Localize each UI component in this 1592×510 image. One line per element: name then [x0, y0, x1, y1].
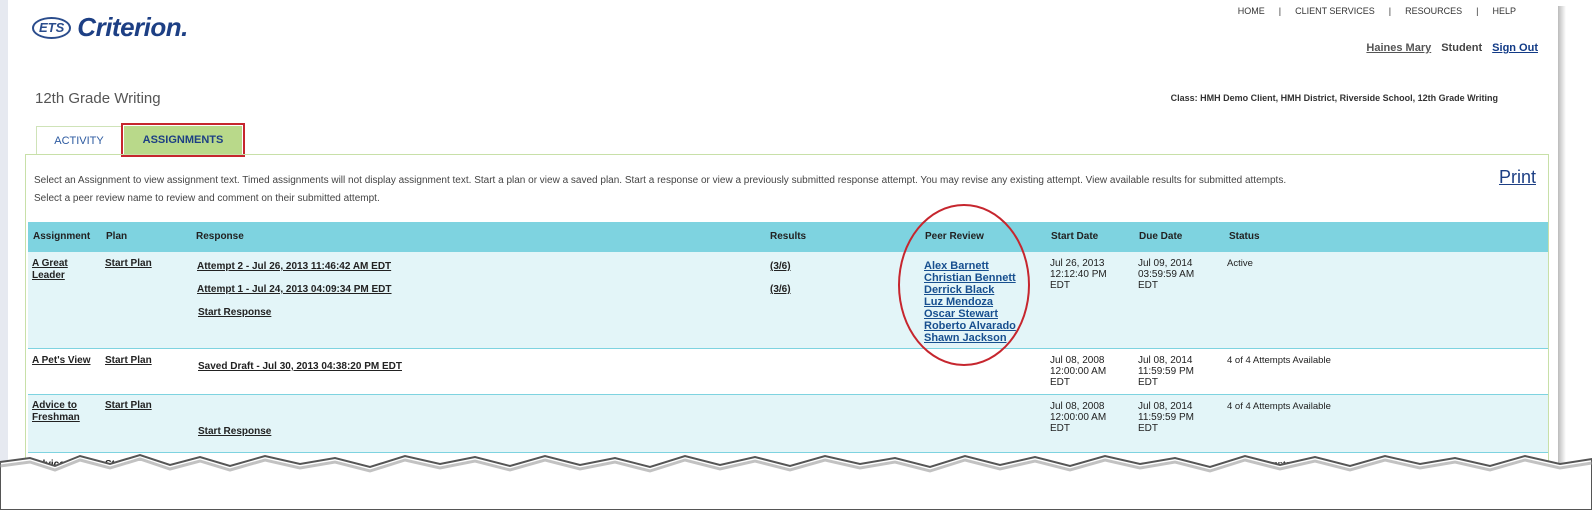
- table-row: A Pet's View Start Plan Saved Draft - Ju…: [28, 349, 1548, 395]
- start-response-link[interactable]: Start Response: [198, 426, 271, 437]
- instructions-line-2: Select a peer review name to review and …: [34, 193, 380, 204]
- app-window: ETS Criterion. HOME | CLIENT SERVICES | …: [0, 0, 1558, 500]
- user-bar: Haines Mary Student Sign Out: [1366, 42, 1538, 54]
- assignments-panel: Select an Assignment to view assignment …: [25, 154, 1549, 494]
- nav-help[interactable]: HELP: [1492, 6, 1516, 16]
- torn-edge: [0, 453, 1592, 510]
- class-label: Class:: [1170, 93, 1198, 103]
- instructions-line-1: Select an Assignment to view assignment …: [34, 175, 1287, 186]
- tab-bar: ACTIVITY ASSIGNMENTS: [36, 123, 245, 157]
- tab-assignments[interactable]: ASSIGNMENTS: [121, 123, 245, 157]
- start-date: Jul 08, 2008 12:00:00 AM EDT: [1050, 355, 1107, 388]
- results-link[interactable]: (3/6): [770, 284, 791, 295]
- results-link[interactable]: (3/6): [770, 261, 791, 272]
- sign-out-link[interactable]: Sign Out: [1492, 42, 1538, 54]
- start-date: Jul 26, 2013 12:12:40 PM EDT: [1050, 258, 1107, 291]
- criterion-logo[interactable]: ETS Criterion.: [32, 12, 188, 43]
- col-response: Response: [196, 231, 244, 242]
- nav-home[interactable]: HOME: [1238, 6, 1265, 16]
- status-text: 4 of 4 Attempts Available: [1227, 355, 1331, 366]
- col-results: Results: [770, 231, 807, 242]
- due-date: Jul 08, 2014 11:59:59 PM EDT: [1138, 401, 1194, 434]
- response-attempt-link[interactable]: Attempt 2 - Jul 26, 2013 11:46:42 AM EDT: [197, 261, 391, 272]
- window-shadow: [1558, 6, 1566, 476]
- col-status: Status: [1229, 231, 1260, 242]
- col-plan: Plan: [106, 231, 128, 242]
- nav-separator: |: [1388, 6, 1392, 16]
- col-assignment: Assignment: [33, 231, 91, 242]
- table-row: Advice to Freshman Start Plan Start Resp…: [28, 395, 1548, 453]
- response-attempt-link[interactable]: Attempt 1 - Jul 24, 2013 04:09:34 PM EDT: [197, 284, 392, 295]
- due-date: Jul 09, 2014 03:59:59 AM EDT: [1138, 258, 1195, 291]
- instructions: Select an Assignment to view assignment …: [34, 172, 1334, 208]
- page-title: 12th Grade Writing: [35, 90, 161, 107]
- user-role: Student: [1441, 42, 1483, 54]
- top-nav: HOME | CLIENT SERVICES | RESOURCES | HEL…: [1238, 6, 1516, 16]
- nav-separator: |: [1476, 6, 1479, 16]
- brand-name: Criterion.: [77, 12, 188, 42]
- start-plan-link[interactable]: Start Plan: [105, 355, 152, 366]
- status-text: Active: [1227, 258, 1253, 269]
- assignment-link[interactable]: A Pet's View: [32, 355, 92, 367]
- tab-activity[interactable]: ACTIVITY: [36, 126, 122, 155]
- class-value: HMH Demo Client, HMH District, Riverside…: [1200, 93, 1498, 103]
- nav-client-services[interactable]: CLIENT SERVICES: [1295, 6, 1375, 16]
- peer-review-highlight-circle: [898, 204, 1030, 366]
- ets-logo-icon: ETS: [32, 16, 72, 39]
- start-plan-link[interactable]: Start Plan: [105, 400, 152, 411]
- due-date: Jul 08, 2014 11:59:59 PM EDT: [1138, 355, 1194, 388]
- class-info: Class: HMH Demo Client, HMH District, Ri…: [1171, 93, 1498, 103]
- assignment-link[interactable]: Advice to Freshman: [32, 400, 92, 424]
- nav-resources[interactable]: RESOURCES: [1405, 6, 1462, 16]
- saved-draft-link[interactable]: Saved Draft - Jul 30, 2013 04:38:20 PM E…: [198, 361, 402, 372]
- nav-separator: |: [1278, 6, 1282, 16]
- start-date: Jul 08, 2008 12:00:00 AM EDT: [1050, 401, 1107, 434]
- status-text: 4 of 4 Attempts Available: [1227, 401, 1331, 412]
- start-plan-link[interactable]: Start Plan: [105, 258, 152, 269]
- col-due-date: Due Date: [1139, 231, 1183, 242]
- print-link[interactable]: Print: [1499, 167, 1536, 188]
- table-header: Assignment Plan Response Results Peer Re…: [28, 222, 1548, 252]
- start-response-link[interactable]: Start Response: [198, 307, 271, 318]
- table-row: A Great Leader Start Plan Attempt 2 - Ju…: [28, 252, 1548, 349]
- user-name[interactable]: Haines Mary: [1366, 42, 1431, 54]
- col-start-date: Start Date: [1051, 231, 1099, 242]
- assignment-link[interactable]: A Great Leader: [32, 258, 92, 282]
